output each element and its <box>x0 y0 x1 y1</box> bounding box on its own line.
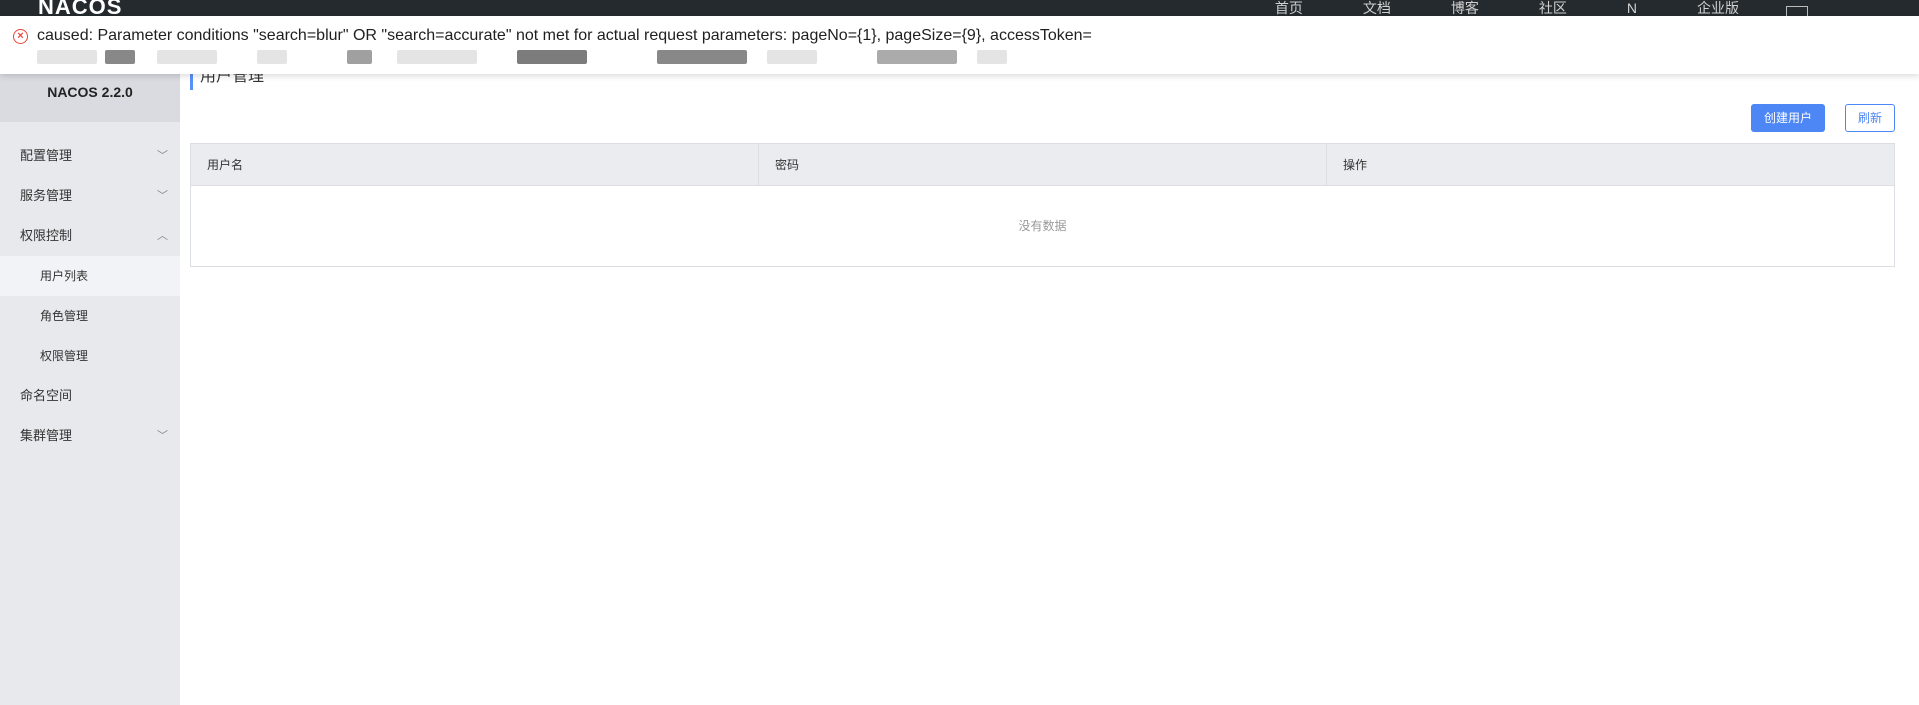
sidebar-item-label: 配置管理 <box>20 148 73 163</box>
sidebar-item-label: 集群管理 <box>20 428 73 443</box>
sidebar-item-label: 权限管理 <box>40 349 89 363</box>
chevron-down-icon: ﹀ <box>157 150 168 162</box>
error-message: caused: Parameter conditions "search=blu… <box>37 27 1092 44</box>
sidebar: NACOS 2.2.0 配置管理 ﹀ 服务管理 ﹀ 权限控制 ︿ 用户列表 角色… <box>0 74 180 705</box>
sidebar-item-auth[interactable]: 权限控制 ︿ <box>0 216 180 256</box>
sidebar-item-label: 权限控制 <box>20 228 73 243</box>
column-header-username: 用户名 <box>191 144 759 185</box>
chevron-up-icon: ︿ <box>157 230 168 242</box>
nav-blog[interactable]: 博客 <box>1451 0 1479 16</box>
refresh-button[interactable]: 刷新 <box>1845 104 1895 132</box>
empty-state: 没有数据 <box>1018 219 1067 233</box>
redacted-token <box>37 50 1027 72</box>
error-circle-icon: × <box>13 29 28 44</box>
column-header-password: 密码 <box>759 144 1327 185</box>
sidebar-item-label: 用户列表 <box>40 269 89 283</box>
sidebar-item-label: 命名空间 <box>20 388 73 403</box>
sidebar-item-user-list[interactable]: 用户列表 <box>0 256 180 296</box>
sidebar-item-cluster[interactable]: 集群管理 ﹀ <box>0 416 180 456</box>
top-nav-bar: NACOS 首页 文档 博客 社区 N 企业版 <box>0 0 1919 20</box>
nav-enterprise[interactable]: 企业版 <box>1697 0 1739 16</box>
sidebar-item-permission[interactable]: 权限管理 <box>0 336 180 376</box>
top-nav: 首页 文档 博客 社区 N 企业版 <box>1275 0 1739 16</box>
chevron-down-icon: ﹀ <box>157 430 168 442</box>
nav-community[interactable]: 社区 <box>1539 0 1567 16</box>
column-header-actions: 操作 <box>1343 158 1368 172</box>
error-toast: × caused: Parameter conditions "search=b… <box>0 16 1919 74</box>
sidebar-item-namespace[interactable]: 命名空间 <box>0 376 180 416</box>
user-table: 用户名 密码 操作 没有数据 <box>190 143 1895 267</box>
nav-n[interactable]: N <box>1627 0 1637 16</box>
sidebar-item-label: 角色管理 <box>40 309 89 323</box>
chevron-down-icon: ﹀ <box>157 190 168 202</box>
version-label: NACOS 2.2.0 <box>0 74 180 122</box>
sidebar-item-service[interactable]: 服务管理 ﹀ <box>0 176 180 216</box>
nav-docs[interactable]: 文档 <box>1363 0 1391 16</box>
sidebar-item-role[interactable]: 角色管理 <box>0 296 180 336</box>
nav-home[interactable]: 首页 <box>1275 0 1303 16</box>
main-content: 用户管理 创建用户 刷新 用户名 密码 操作 没有数据 <box>180 68 1919 705</box>
table-header: 用户名 密码 操作 <box>191 144 1894 186</box>
create-user-button[interactable]: 创建用户 <box>1751 104 1825 132</box>
sidebar-item-config[interactable]: 配置管理 ﹀ <box>0 136 180 176</box>
sidebar-item-label: 服务管理 <box>20 188 73 203</box>
